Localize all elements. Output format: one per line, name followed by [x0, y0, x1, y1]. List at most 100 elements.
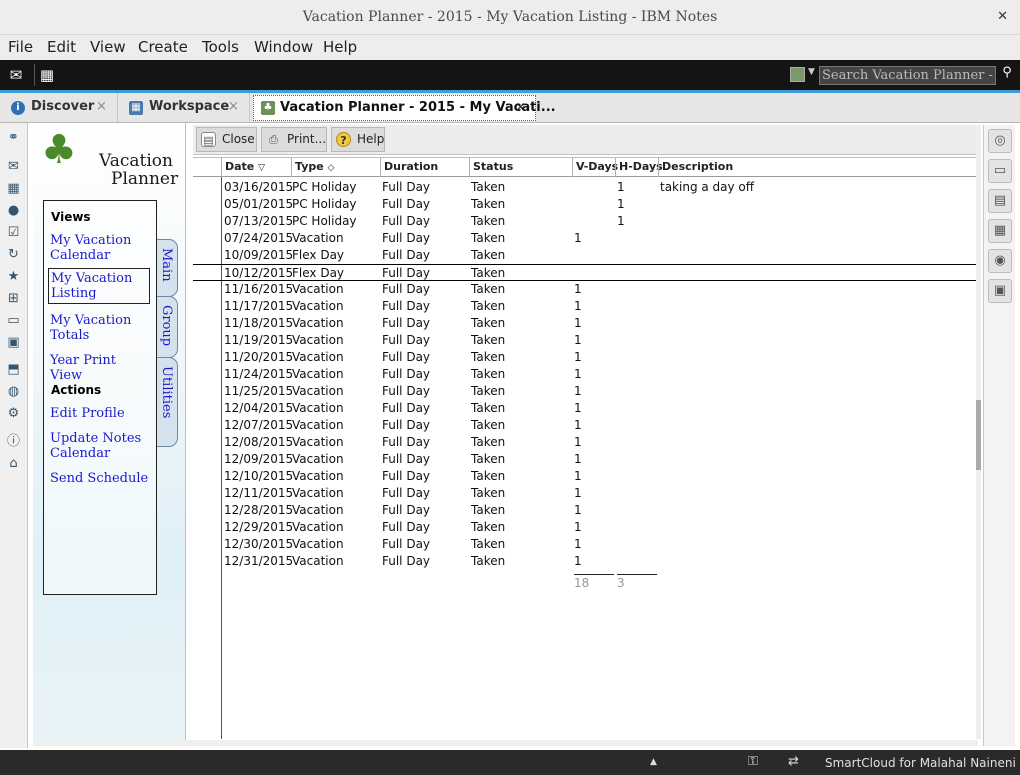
todo-icon[interactable]: ☑ [5, 224, 22, 241]
tab-workspace[interactable]: ▦ Workspace × [118, 93, 250, 122]
nav-my-vacation-listing[interactable]: My Vacation Listing [48, 268, 150, 304]
column-header-type[interactable]: Type ◇ [291, 158, 380, 177]
calendar-day-icon[interactable]: ▦ [988, 219, 1012, 243]
nav-send-schedule[interactable]: Send Schedule [50, 471, 150, 486]
mail-icon[interactable]: ✉ [6, 65, 26, 85]
briefcase-icon[interactable]: ▣ [988, 279, 1012, 303]
table-row[interactable]: 12/28/2015 Vacation Full Day Taken 1 [193, 502, 976, 519]
table-row[interactable]: 11/19/2015 Vacation Full Day Taken 1 [193, 332, 976, 349]
table-row[interactable]: 03/16/2015 PC Holiday Full Day Taken 1 taking… [193, 179, 976, 196]
menu-create[interactable]: Create [138, 38, 188, 56]
horizontal-scrollbar[interactable] [33, 740, 978, 746]
cell-vdays: 1 [574, 401, 582, 415]
help-button[interactable]: ? Help [331, 127, 385, 152]
calendar-icon[interactable]: ▦ [5, 180, 22, 197]
cell-date: 11/17/2015 [224, 299, 294, 313]
table-row[interactable]: 11/18/2015 Vacation Full Day Taken 1 [193, 315, 976, 332]
cell-type: Vacation [292, 367, 344, 381]
table-row[interactable]: 12/04/2015 Vacation Full Day Taken 1 [193, 400, 976, 417]
column-header-vdays[interactable]: V-Days [572, 158, 618, 177]
nav-my-vacation-calendar[interactable]: My Vacation Calendar [50, 233, 150, 263]
menu-window[interactable]: Window [254, 38, 313, 56]
search-icon[interactable]: ⚲ [999, 65, 1015, 85]
contacts-icon[interactable]: ● [5, 202, 22, 219]
binoculars-icon[interactable]: ⚭ [5, 129, 22, 146]
chevron-down-icon[interactable]: ▼ [808, 67, 815, 77]
home-icon[interactable]: ⌂ [5, 455, 22, 472]
presentation-icon[interactable]: ▭ [988, 159, 1012, 183]
table-row[interactable]: 12/11/2015 Vacation Full Day Taken 1 [193, 485, 976, 502]
menu-view[interactable]: View [90, 38, 126, 56]
table-row[interactable]: 07/24/2015 Vacation Full Day Taken 1 [193, 230, 976, 247]
tab-group[interactable]: Group [157, 296, 178, 358]
chevron-up-icon[interactable]: ▲ [650, 757, 657, 767]
table-row[interactable]: 11/20/2015 Vacation Full Day Taken 1 [193, 349, 976, 366]
close-icon[interactable]: × [96, 99, 107, 114]
column-header-status[interactable]: Status [469, 158, 572, 177]
workspace-icon[interactable]: ⊞ [5, 290, 22, 307]
table-row[interactable]: 12/09/2015 Vacation Full Day Taken 1 [193, 451, 976, 468]
close-icon[interactable]: × [515, 100, 526, 115]
table-row[interactable]: 11/24/2015 Vacation Full Day Taken 1 [193, 366, 976, 383]
table-row[interactable]: 05/01/2015 PC Holiday Full Day Taken 1 [193, 196, 976, 213]
apps-icon[interactable]: ▣ [5, 334, 22, 351]
cell-type: Flex Day [292, 248, 345, 262]
table-row[interactable]: 12/08/2015 Vacation Full Day Taken 1 [193, 434, 976, 451]
tab-main[interactable]: Main [157, 239, 178, 297]
cell-status: Taken [471, 537, 506, 551]
column-header-date[interactable]: Date ▽ [221, 158, 291, 177]
key-icon[interactable]: ⚿ [748, 754, 758, 769]
table-row[interactable]: 12/10/2015 Vacation Full Day Taken 1 [193, 468, 976, 485]
nav-my-vacation-totals[interactable]: My Vacation Totals [50, 313, 150, 343]
menu-tools[interactable]: Tools [202, 38, 239, 56]
sync-icon[interactable]: ↻ [5, 246, 22, 263]
nav-edit-profile[interactable]: Edit Profile [50, 406, 150, 421]
globe-icon[interactable]: ◍ [5, 383, 22, 400]
calendar-icon[interactable]: ▦ [37, 65, 57, 85]
column-header-duration[interactable]: Duration [380, 158, 469, 177]
cell-date: 07/13/2015 [224, 214, 294, 228]
menu-help[interactable]: Help [323, 38, 357, 56]
feeds-icon[interactable]: ◉ [988, 249, 1012, 273]
inbox-icon[interactable]: ⬒ [5, 361, 22, 378]
network-icon[interactable]: ⚙ [5, 405, 22, 422]
cell-type: PC Holiday [292, 180, 357, 194]
table-row[interactable]: 12/31/2015 Vacation Full Day Taken 1 [193, 553, 976, 570]
mail-icon[interactable]: ✉ [5, 158, 22, 175]
cell-hdays: 1 [617, 197, 625, 211]
print-button[interactable]: ⎙ Print... [261, 127, 327, 152]
contacts-card-icon[interactable]: ▤ [988, 189, 1012, 213]
menu-file[interactable]: File [8, 38, 33, 56]
table-row[interactable]: 10/09/2015 Flex Day Full Day Taken [193, 247, 976, 264]
scrollbar-thumb[interactable] [976, 400, 981, 470]
favorites-icon[interactable]: ★ [5, 268, 22, 285]
column-header-description[interactable]: Description [658, 158, 976, 177]
tab-vacation-listing[interactable]: ♣ Vacation Planner - 2015 - My Vacati...… [253, 95, 556, 121]
nav-update-notes-calendar[interactable]: Update Notes Calendar [50, 431, 150, 461]
close-button[interactable]: ▤ Close [196, 127, 257, 152]
close-icon[interactable]: × [228, 99, 239, 114]
cell-vdays: 1 [574, 418, 582, 432]
window-close-button[interactable]: ✕ [997, 9, 1008, 24]
grid-icon: ▦ [129, 101, 143, 115]
table-row[interactable]: 11/25/2015 Vacation Full Day Taken 1 [193, 383, 976, 400]
table-row[interactable]: 12/07/2015 Vacation Full Day Taken 1 [193, 417, 976, 434]
table-row[interactable]: 12/29/2015 Vacation Full Day Taken 1 [193, 519, 976, 536]
table-row[interactable]: 11/16/2015 Vacation Full Day Taken 1 [193, 281, 976, 298]
connection-icon[interactable]: ⇄ [788, 754, 799, 769]
table-row[interactable]: 07/13/2015 PC Holiday Full Day Taken 1 [193, 213, 976, 230]
menu-edit[interactable]: Edit [47, 38, 76, 56]
tab-discover[interactable]: i Discover × [0, 93, 118, 122]
column-header-hdays[interactable]: H-Days [615, 158, 663, 177]
nav-year-print-view[interactable]: Year Print View [50, 353, 150, 383]
chat-icon[interactable]: ◎ [988, 129, 1012, 153]
table-row[interactable]: 11/17/2015 Vacation Full Day Taken 1 [193, 298, 976, 315]
folder-icon[interactable]: ▭ [5, 312, 22, 329]
tab-utilities[interactable]: Utilities [157, 357, 178, 447]
table-row[interactable]: 12/30/2015 Vacation Full Day Taken 1 [193, 536, 976, 553]
search-input[interactable]: Search Vacation Planner - 2 [819, 66, 996, 85]
info-icon[interactable]: ⓘ [5, 433, 22, 450]
search-scope-icon[interactable] [790, 67, 805, 82]
status-location[interactable]: SmartCloud for Malahal Naineni [825, 756, 1016, 770]
table-row-selected[interactable]: 10/12/2015 Flex Day Full Day Taken [193, 264, 976, 281]
